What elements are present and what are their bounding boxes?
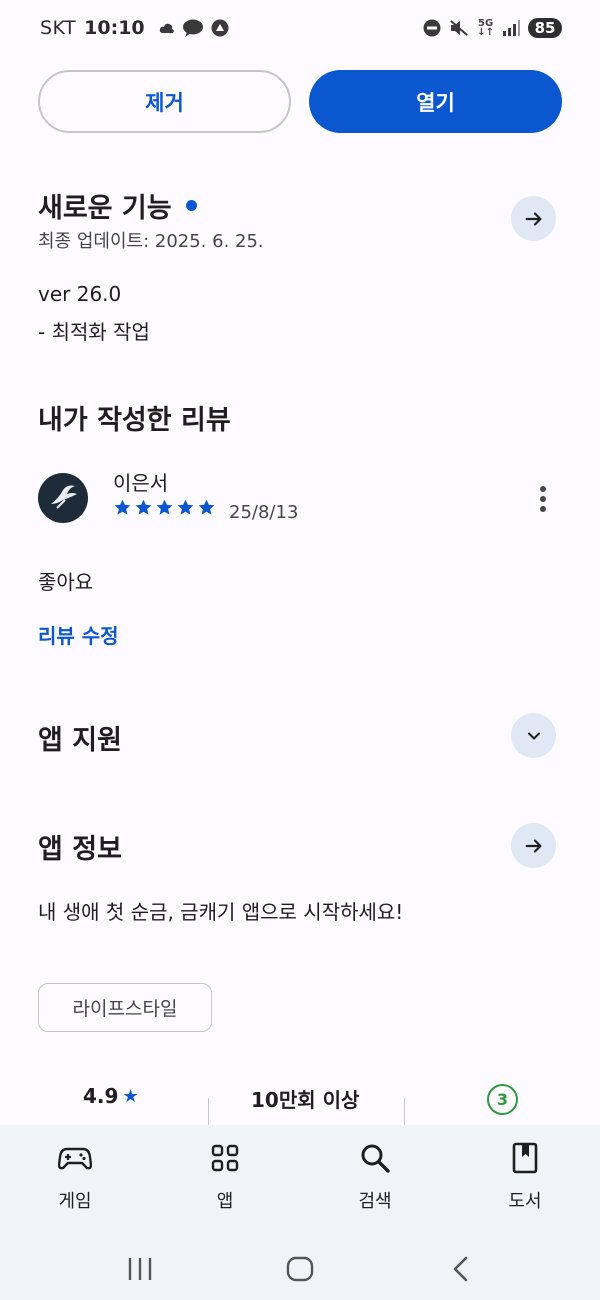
new-indicator-dot xyxy=(185,200,197,211)
carrier-label: SKT xyxy=(40,17,77,39)
review-date: 25/8/13 xyxy=(229,502,299,523)
rating-star-icon: ★ xyxy=(122,1085,139,1107)
apps-grid-icon xyxy=(208,1141,242,1175)
rating-value: 4.9 xyxy=(83,1084,119,1108)
nav-label-books: 도서 xyxy=(508,1191,542,1212)
avatar xyxy=(38,473,88,523)
nav-label-apps: 앱 xyxy=(216,1191,234,1212)
recent-apps-button[interactable] xyxy=(116,1245,164,1293)
system-navigation-bar xyxy=(0,1237,600,1300)
nav-label-games: 게임 xyxy=(58,1191,92,1212)
whats-new-heading: 새로운 기능 xyxy=(38,186,197,225)
arrow-right-icon xyxy=(525,838,542,853)
last-updated-text: 최종 업데이트: 2025. 6. 25. xyxy=(38,231,264,252)
mute-icon xyxy=(450,20,468,36)
app-info-heading: 앱 정보 xyxy=(38,834,122,865)
do-not-disturb-icon xyxy=(423,19,441,37)
review-text: 좋아요 xyxy=(38,570,94,594)
my-review-heading: 내가 작성한 리뷰 xyxy=(38,405,231,436)
open-button[interactable]: 열기 xyxy=(309,70,562,133)
search-icon xyxy=(358,1141,392,1175)
recent-apps-icon xyxy=(128,1257,152,1280)
clock: 10:10 xyxy=(84,17,145,39)
whats-new-arrow-button[interactable] xyxy=(511,196,556,241)
home-icon xyxy=(286,1256,314,1281)
star-icon xyxy=(114,499,131,515)
back-button[interactable] xyxy=(436,1245,484,1293)
edit-review-link[interactable]: 리뷰 수정 xyxy=(38,620,119,649)
rating-stat: 4.9 ★ xyxy=(83,1084,139,1108)
bird-avatar-icon xyxy=(51,485,77,509)
back-chevron-icon xyxy=(453,1256,468,1281)
more-options-button[interactable] xyxy=(530,484,556,514)
battery-indicator: 85 xyxy=(528,18,562,38)
stat-divider xyxy=(404,1098,405,1126)
nav-item-games[interactable]: 게임 xyxy=(0,1125,150,1237)
reviewer-name: 이은서 xyxy=(113,471,169,495)
nav-item-books[interactable]: 도서 xyxy=(450,1125,600,1237)
nav-item-search[interactable]: 검색 xyxy=(300,1125,450,1237)
arrow-right-icon xyxy=(525,211,542,226)
version-text: ver 26.0 xyxy=(38,282,122,306)
chevron-down-icon xyxy=(527,732,540,739)
star-icon xyxy=(198,499,215,515)
more-vert-icon xyxy=(540,486,546,492)
app-description: 내 생애 첫 순금, 금캐기 앱으로 시작하세요! xyxy=(38,900,404,924)
star-rating xyxy=(113,498,216,517)
signal-icon xyxy=(503,20,520,36)
app-info-arrow-button[interactable] xyxy=(511,823,556,868)
downloads-stat: 10만회 이상 xyxy=(251,1088,360,1112)
star-icon xyxy=(135,499,152,515)
nav-label-search: 검색 xyxy=(358,1191,392,1212)
cloud-icon xyxy=(159,23,174,33)
app-support-expand-button[interactable] xyxy=(511,713,556,758)
app-support-heading: 앱 지원 xyxy=(38,725,122,756)
stat-divider xyxy=(208,1098,209,1126)
chat-bubble-icon xyxy=(182,19,203,37)
star-icon xyxy=(156,499,173,515)
bottom-navigation: 게임 앱 검색 도서 xyxy=(0,1125,600,1237)
whats-new-title: 새로운 기능 xyxy=(38,193,172,224)
app-notification-icon xyxy=(211,19,229,37)
book-icon xyxy=(508,1141,542,1175)
home-button[interactable] xyxy=(276,1245,324,1293)
remove-button[interactable]: 제거 xyxy=(38,70,291,133)
release-notes-text: - 최적화 작업 xyxy=(38,320,150,344)
nav-item-apps[interactable]: 앱 xyxy=(150,1125,300,1237)
network-type-icon: 5G ↓↑ xyxy=(477,18,494,38)
star-icon xyxy=(177,499,194,515)
gamepad-icon xyxy=(58,1141,92,1175)
category-chip[interactable]: 라이프스타일 xyxy=(38,983,212,1032)
age-rating-badge: 3 xyxy=(487,1084,518,1115)
status-bar: SKT 10:10 5G ↓↑ 85 xyxy=(0,0,600,56)
